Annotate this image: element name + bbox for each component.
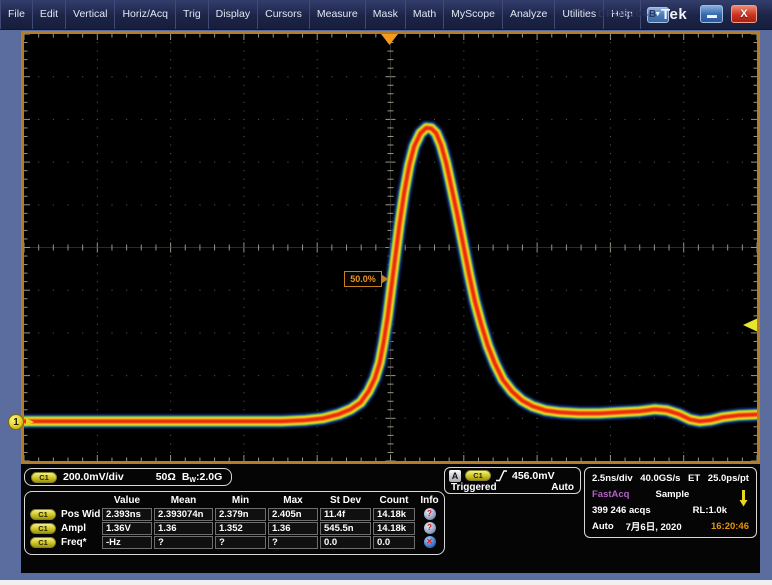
menu-item-vertical[interactable]: Vertical (66, 0, 115, 29)
menu-item-analyze[interactable]: Analyze (503, 0, 555, 29)
record-length-value: RL:1.0k (693, 505, 727, 516)
tek-logo: Tek (661, 6, 687, 23)
channel-badge[interactable]: C1 (30, 537, 56, 548)
trigger-level-tag[interactable]: 50.0% (344, 271, 382, 287)
measurement-info-icon[interactable]: ? (424, 508, 436, 520)
channel-badge[interactable]: C1 (30, 523, 56, 534)
header-min: Min (214, 495, 267, 506)
channel-readout[interactable]: C1 200.0mV/div 50Ω BW:2.0G (24, 468, 232, 486)
resolution-value: 25.0ps/pt (708, 473, 749, 484)
timebase-value: 2.5ns/div (592, 473, 633, 484)
trigger-source-badge[interactable]: C1 (465, 470, 491, 481)
header-info: Info (416, 495, 443, 506)
trigger-mode: Auto (551, 482, 574, 493)
trigger-readout[interactable]: A C1 456.0mV Triggered Auto (444, 467, 581, 494)
minimize-icon (707, 15, 717, 18)
acq-mode-label: Sample (655, 489, 689, 500)
fastacq-label: FastAcq (592, 489, 629, 500)
trigger-level-arrow[interactable] (743, 319, 757, 332)
vertical-scale-value: 200.0mV/div (63, 471, 124, 483)
sample-rate-value: 40.0GS/s (640, 473, 680, 484)
channel-badge[interactable]: C1 (30, 509, 56, 520)
menu-item-file[interactable]: File (0, 0, 33, 29)
close-button[interactable]: X (731, 5, 757, 23)
date-value: 7月6日, 2020 (626, 519, 682, 533)
header-value: Value (101, 495, 153, 506)
trigger-mode-label: Auto (592, 521, 614, 532)
graticule: 50.0% 1 (21, 31, 760, 464)
menu-item-myscope[interactable]: MyScope (444, 0, 503, 29)
menu-item-math[interactable]: Math (406, 0, 444, 29)
instrument-model-label: DPO5204B (598, 9, 657, 20)
measurement-info-icon[interactable]: ? (424, 522, 436, 534)
trigger-level-value: 456.0mV (512, 470, 555, 482)
header-stdev: St Dev (319, 495, 372, 506)
waveform-display (24, 34, 757, 461)
acquisition-readout[interactable]: 2.5ns/div 40.0GS/s ET 25.0ps/pt FastAcq … (584, 467, 757, 538)
menu-item-measure[interactable]: Measure (310, 0, 366, 29)
menu-bar: File Edit Vertical Horiz/Acq Trig Displa… (0, 0, 772, 30)
header-count: Count (372, 495, 416, 506)
channel-1-arrow-icon (26, 418, 34, 426)
measurement-error-icon[interactable]: ✕ (424, 536, 436, 548)
trigger-position-marker[interactable] (381, 34, 398, 45)
time-value: 16:20:46 (711, 521, 749, 532)
table-row-freq[interactable]: C1Freq* -Hz ? ? ? 0.0 0.0 ✕ (25, 535, 444, 549)
channel-1-position-marker[interactable]: 1 (8, 414, 24, 430)
termination-value: 50Ω (156, 471, 176, 483)
menu-item-horiz-acq[interactable]: Horiz/Acq (115, 0, 176, 29)
bandwidth-value: BW:2.0G (182, 471, 222, 484)
measurement-header-row: Value Mean Min Max St Dev Count Info (25, 494, 444, 507)
menu-item-utilities[interactable]: Utilities (555, 0, 604, 29)
scope-display-panel: 50.0% 1 C1 200.0mV/div 50Ω BW:2.0G Value… (21, 31, 760, 573)
table-row-ampl[interactable]: C1Ampl 1.36V 1.36 1.352 1.36 545.5n 14.1… (25, 521, 444, 535)
header-max: Max (267, 495, 319, 506)
header-mean: Mean (153, 495, 214, 506)
table-row-pos-wid[interactable]: C1Pos Wid 2.393ns 2.393074n 2.379n 2.405… (25, 507, 444, 521)
menu-item-mask[interactable]: Mask (366, 0, 406, 29)
fastacq-temperature-icon (738, 489, 749, 507)
minimize-button[interactable] (700, 5, 723, 23)
menu-item-cursors[interactable]: Cursors (258, 0, 310, 29)
et-label: ET (688, 473, 700, 484)
menu-item-edit[interactable]: Edit (33, 0, 66, 29)
trigger-a-badge: A (449, 470, 461, 482)
acq-count-value: 399 246 acqs (592, 505, 651, 516)
channel-badge[interactable]: C1 (31, 472, 57, 483)
menu-item-display[interactable]: Display (209, 0, 258, 29)
trigger-status: Triggered (451, 482, 497, 493)
measurement-table: Value Mean Min Max St Dev Count Info C1P… (24, 491, 445, 555)
oscilloscope-screen: { "window": { "model_faint": "DPO5204B",… (0, 0, 772, 585)
rising-edge-icon (495, 469, 508, 482)
screenshot-bottom-edge (0, 580, 772, 585)
menu-item-trig[interactable]: Trig (176, 0, 209, 29)
